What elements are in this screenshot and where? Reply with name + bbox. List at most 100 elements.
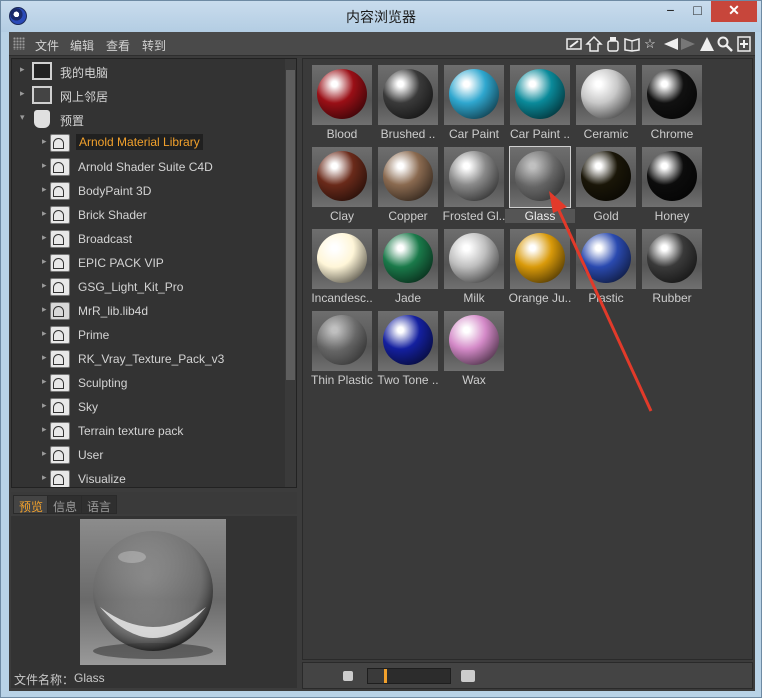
material-tile[interactable]: Plastic — [575, 226, 637, 306]
tree-item-presets[interactable]: ▾ 预置 — [12, 107, 284, 131]
material-tile[interactable]: Glass — [505, 144, 575, 224]
tree-label: 网上邻居 — [60, 90, 109, 104]
home-icon[interactable] — [585, 35, 603, 53]
material-label: Glass — [505, 209, 575, 223]
tree-item-network[interactable]: ▸ 网上邻居 — [12, 83, 284, 107]
up-icon[interactable] — [698, 35, 716, 53]
tree-item-preset[interactable]: ▸ RK_Vray_Texture_Pack_v3 — [12, 347, 284, 371]
tree-item-preset[interactable]: ▸ Sculpting — [12, 371, 284, 395]
material-sphere — [581, 69, 631, 119]
thumbnail-size-slider[interactable] — [367, 668, 451, 684]
expand-arrow-icon[interactable]: ▸ — [42, 304, 47, 315]
material-tile[interactable]: Frosted Gl.. — [443, 144, 505, 224]
expand-arrow-icon[interactable]: ▸ — [42, 208, 47, 219]
tree-label: BodyPaint 3D — [78, 184, 152, 198]
tree-item-preset[interactable]: ▸ Prime — [12, 323, 284, 347]
tab-language[interactable]: 语言 — [81, 495, 118, 514]
material-tile[interactable]: Thin Plastic — [311, 308, 373, 388]
expand-arrow-icon[interactable]: ▸ — [42, 280, 47, 291]
material-label: Gold — [593, 209, 619, 223]
material-tile[interactable]: Blood — [311, 62, 373, 142]
tree-item-preset[interactable]: ▸ BodyPaint 3D — [12, 179, 284, 203]
material-sphere — [647, 233, 697, 283]
forward-icon[interactable] — [679, 35, 697, 53]
material-tile[interactable]: Milk — [443, 226, 505, 306]
menu-file[interactable]: 文件 — [35, 37, 59, 54]
book-icon[interactable] — [623, 35, 641, 53]
tree-scroll-thumb[interactable] — [286, 70, 295, 380]
material-tile[interactable]: Wax — [443, 308, 505, 388]
material-tile[interactable]: Chrome — [641, 62, 703, 142]
tree-item-preset[interactable]: ▸ Sky — [12, 395, 284, 419]
tree-item-preset[interactable]: ▸ MrR_lib.lib4d — [12, 299, 284, 323]
title-bar[interactable]: 内容浏览器 − □ ✕ — [1, 1, 761, 32]
star-icon[interactable]: ☆ — [641, 35, 659, 53]
tab-info[interactable]: 信息 — [47, 495, 84, 514]
expand-arrow-icon[interactable]: ▸ — [42, 448, 47, 459]
bottle-icon[interactable] — [604, 35, 622, 53]
tree-item-my-computer[interactable]: ▸ 我的电脑 — [12, 59, 284, 83]
menu-view[interactable]: 查看 — [106, 37, 130, 54]
expand-arrow-icon[interactable]: ▸ — [42, 136, 47, 147]
expand-arrow-icon[interactable]: ▸ — [42, 328, 47, 339]
material-tile[interactable]: Ceramic — [575, 62, 637, 142]
new-tab-icon[interactable] — [735, 35, 753, 53]
large-thumbnail-icon[interactable] — [461, 670, 475, 682]
collapse-arrow-icon[interactable]: ▾ — [20, 112, 25, 123]
tree-item-preset[interactable]: ▸ Visualize — [12, 467, 284, 487]
expand-arrow-icon[interactable]: ▸ — [20, 64, 25, 75]
material-tile[interactable]: Rubber — [641, 226, 703, 306]
search-icon[interactable] — [716, 35, 734, 53]
material-label: Incandesc.. — [311, 291, 373, 305]
expand-arrow-icon[interactable]: ▸ — [42, 256, 47, 267]
tree-label: GSG_Light_Kit_Pro — [78, 280, 184, 294]
material-tile[interactable]: Car Paint — [443, 62, 505, 142]
tree-item-preset[interactable]: ▸ Brick Shader — [12, 203, 284, 227]
small-thumbnail-icon[interactable] — [343, 671, 353, 681]
back-icon[interactable] — [662, 35, 680, 53]
tree-item-preset[interactable]: ▸ EPIC PACK VIP — [12, 251, 284, 275]
location-tree: ▸ 我的电脑 ▸ 网上邻居 ▾ 预置 ▸ Arnold Material Lib… — [11, 58, 297, 488]
preview-tabs: 预览 信息 语言 — [11, 492, 297, 514]
tree-item-preset[interactable]: ▸ Arnold Material Library — [12, 131, 284, 155]
tree-item-preset[interactable]: ▸ Terrain texture pack — [12, 419, 284, 443]
material-thumbnail — [312, 229, 372, 289]
expand-arrow-icon[interactable]: ▸ — [42, 472, 47, 483]
material-tile[interactable]: Incandesc.. — [311, 226, 373, 306]
expand-arrow-icon[interactable]: ▸ — [42, 184, 47, 195]
material-tile[interactable]: Brushed .. — [377, 62, 439, 142]
material-tile[interactable]: Car Paint .. — [509, 62, 571, 142]
preview-panel: 文件名称： Glass — [11, 516, 297, 688]
edit-icon[interactable] — [565, 35, 583, 53]
maximize-button[interactable]: □ — [684, 1, 711, 22]
material-tile[interactable]: Copper — [377, 144, 439, 224]
close-button[interactable]: ✕ — [711, 1, 757, 22]
expand-arrow-icon[interactable]: ▸ — [42, 352, 47, 363]
menu-edit[interactable]: 编辑 — [70, 37, 94, 54]
menu-go[interactable]: 转到 — [142, 37, 166, 54]
filename-label: 文件名称： — [14, 673, 75, 687]
material-tile[interactable]: Orange Ju.. — [509, 226, 571, 306]
expand-arrow-icon[interactable]: ▸ — [42, 400, 47, 411]
tree-item-preset[interactable]: ▸ Arnold Shader Suite C4D — [12, 155, 284, 179]
grip-icon[interactable] — [13, 37, 25, 50]
minimize-button[interactable]: − — [657, 1, 684, 22]
material-grid: Blood Brushed .. Car Paint Car Paint .. Cera… — [302, 58, 753, 660]
expand-arrow-icon[interactable]: ▸ — [42, 376, 47, 387]
expand-arrow-icon[interactable]: ▸ — [42, 160, 47, 171]
material-tile[interactable]: Two Tone .. — [377, 308, 439, 388]
expand-arrow-icon[interactable]: ▸ — [20, 88, 25, 99]
material-tile[interactable]: Honey — [641, 144, 703, 224]
tree-item-preset[interactable]: ▸ Broadcast — [12, 227, 284, 251]
library-folder-icon — [50, 374, 70, 392]
material-tile[interactable]: Gold — [575, 144, 637, 224]
slider-knob[interactable] — [384, 669, 387, 683]
tree-label: Visualize — [78, 472, 126, 486]
tab-preview[interactable]: 预览 — [13, 495, 50, 514]
expand-arrow-icon[interactable]: ▸ — [42, 424, 47, 435]
tree-item-preset[interactable]: ▸ GSG_Light_Kit_Pro — [12, 275, 284, 299]
tree-item-preset[interactable]: ▸ User — [12, 443, 284, 467]
expand-arrow-icon[interactable]: ▸ — [42, 232, 47, 243]
material-tile[interactable]: Clay — [311, 144, 373, 224]
material-tile[interactable]: Jade — [377, 226, 439, 306]
